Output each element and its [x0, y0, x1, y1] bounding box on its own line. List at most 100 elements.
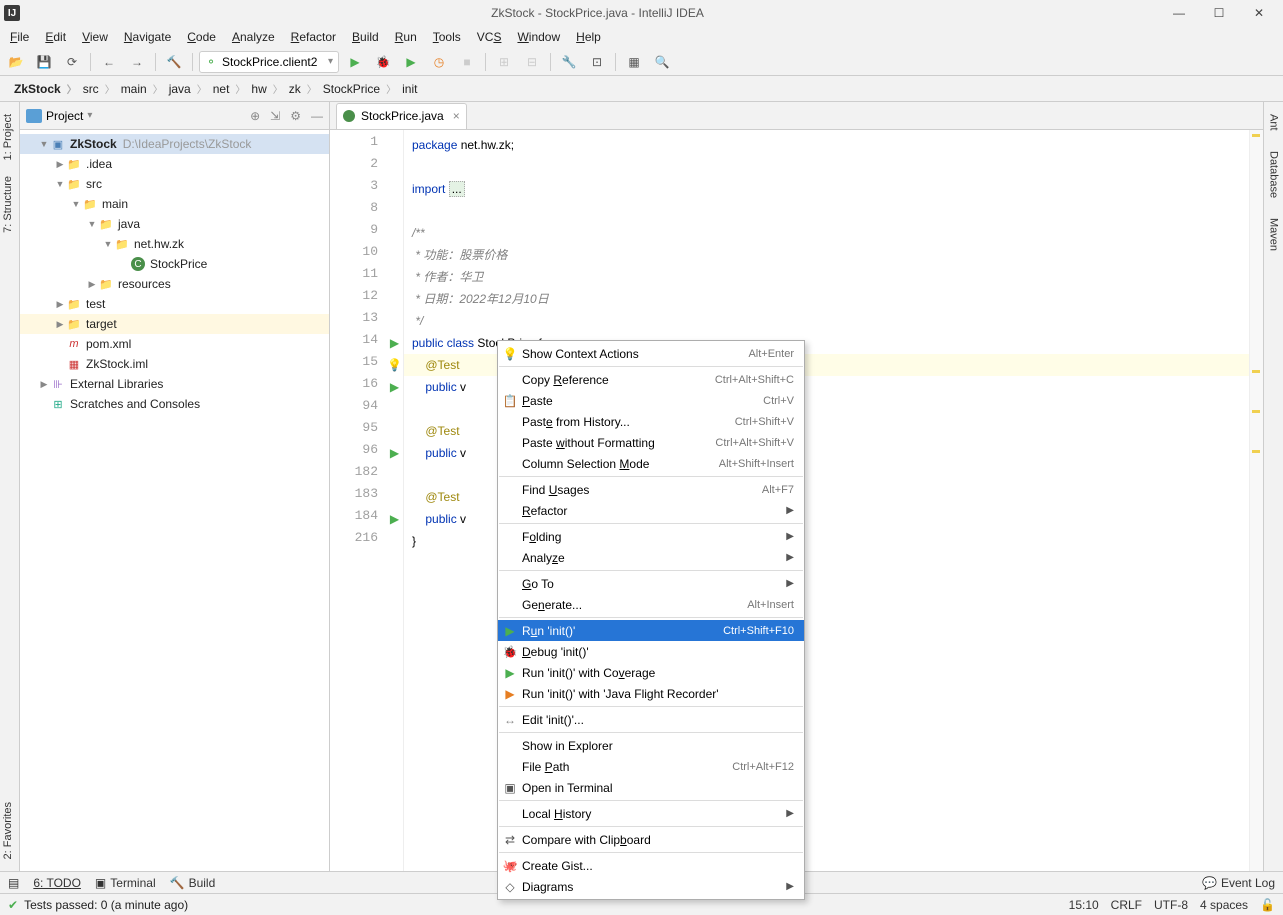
file-encoding[interactable]: UTF-8 — [1154, 898, 1188, 912]
stop-icon[interactable]: ■ — [455, 51, 479, 73]
structure-tool-button[interactable]: 7: Structure — [0, 168, 16, 241]
gutter-run-icon[interactable]: ▶ — [386, 376, 403, 398]
search-icon[interactable]: 🔍 — [650, 51, 674, 73]
gutter-run-icon[interactable]: ▶ — [386, 442, 403, 464]
context-menu-file-path[interactable]: File PathCtrl+Alt+F12 — [498, 756, 804, 777]
line-number[interactable]: 94 — [330, 398, 386, 420]
run-icon[interactable]: ▶ — [343, 51, 367, 73]
tree-item-scratches-and-consoles[interactable]: ⊞Scratches and Consoles — [20, 394, 329, 414]
context-menu-paste-without-formatting[interactable]: Paste without FormattingCtrl+Alt+Shift+V — [498, 432, 804, 453]
breadcrumb-java[interactable]: java — [163, 81, 207, 96]
close-button[interactable]: ✕ — [1247, 5, 1271, 21]
context-menu-compare-with-clipboard[interactable]: ⇄Compare with Clipboard — [498, 829, 804, 850]
todo-button[interactable]: 6: TODO — [33, 876, 81, 890]
line-number[interactable]: 2 — [330, 156, 386, 178]
line-number[interactable]: 10 — [330, 244, 386, 266]
context-menu-paste[interactable]: 📋PasteCtrl+V — [498, 390, 804, 411]
context-menu-show-in-explorer[interactable]: Show in Explorer — [498, 735, 804, 756]
debug-icon[interactable]: 🐞 — [371, 51, 395, 73]
line-number[interactable]: 95 — [330, 420, 386, 442]
context-menu-edit-init[interactable]: ↔Edit 'init()'... — [498, 709, 804, 730]
menu-refactor[interactable]: Refactor — [285, 28, 342, 46]
code-line[interactable]: package net.hw.zk; — [412, 134, 1241, 156]
context-menu-run-init[interactable]: ▶Run 'init()'Ctrl+Shift+F10 — [498, 620, 804, 641]
code-line[interactable]: */ — [412, 310, 1241, 332]
menu-edit[interactable]: Edit — [39, 28, 72, 46]
tree-item-zkstock-iml[interactable]: ▦ZkStock.iml — [20, 354, 329, 374]
tree-item-main[interactable]: ▼📁main — [20, 194, 329, 214]
terminal-toggle-icon[interactable]: ▤ — [8, 876, 19, 890]
breadcrumb-init[interactable]: init — [396, 82, 423, 96]
coverage-icon[interactable]: ▶ — [399, 51, 423, 73]
context-menu-find-usages[interactable]: Find UsagesAlt+F7 — [498, 479, 804, 500]
menu-tools[interactable]: Tools — [427, 28, 467, 46]
maven-tool-button[interactable]: Maven — [1264, 210, 1283, 259]
tree-item-target[interactable]: ▶📁target — [20, 314, 329, 334]
tree-item--idea[interactable]: ▶📁.idea — [20, 154, 329, 174]
breadcrumb-src[interactable]: src — [77, 81, 115, 96]
context-menu-paste-from-history[interactable]: Paste from History...Ctrl+Shift+V — [498, 411, 804, 432]
indent-setting[interactable]: 4 spaces — [1200, 898, 1248, 912]
hide-icon[interactable]: — — [311, 109, 323, 123]
menu-file[interactable]: File — [4, 28, 35, 46]
code-line[interactable]: * 功能：股票价格 — [412, 244, 1241, 266]
build-icon[interactable]: 🔨 — [162, 51, 186, 73]
context-menu-local-history[interactable]: Local History▶ — [498, 803, 804, 824]
project-tool-button[interactable]: 1: Project — [0, 106, 16, 168]
code-line[interactable]: * 日期：2022年12月10日 — [412, 288, 1241, 310]
ant-tool-button[interactable]: Ant — [1264, 106, 1283, 139]
menu-help[interactable]: Help — [570, 28, 607, 46]
tree-item-net-hw-zk[interactable]: ▼📁net.hw.zk — [20, 234, 329, 254]
line-number[interactable]: 182 — [330, 464, 386, 486]
gear-icon[interactable]: ⚙ — [290, 109, 301, 123]
project-tree[interactable]: ▼▣ZkStockD:\IdeaProjects\ZkStock▶📁.idea▼… — [20, 130, 329, 871]
settings-icon[interactable]: 🔧 — [557, 51, 581, 73]
menu-analyze[interactable]: Analyze — [226, 28, 281, 46]
menu-window[interactable]: Window — [511, 28, 566, 46]
maximize-button[interactable]: ☐ — [1207, 5, 1231, 21]
context-menu-generate[interactable]: Generate...Alt+Insert — [498, 594, 804, 615]
line-number[interactable]: 96 — [330, 442, 386, 464]
context-menu-debug-init[interactable]: 🐞Debug 'init()' — [498, 641, 804, 662]
locate-icon[interactable]: ⊕ — [250, 109, 260, 123]
favorites-tool-button[interactable]: 2: Favorites — [0, 794, 16, 867]
database-tool-button[interactable]: Database — [1264, 143, 1283, 206]
code-line[interactable] — [412, 156, 1241, 178]
sync-icon[interactable]: ⟳ — [60, 51, 84, 73]
context-menu-run-init-with-java-flight-recorder[interactable]: ▶Run 'init()' with 'Java Flight Recorder… — [498, 683, 804, 704]
breadcrumb-net[interactable]: net — [207, 81, 246, 96]
error-stripe[interactable] — [1249, 130, 1263, 871]
editor-tab[interactable]: StockPrice.java — [336, 103, 467, 129]
gutter-bulb-icon[interactable]: 💡 — [386, 354, 403, 376]
context-menu-go-to[interactable]: Go To▶ — [498, 573, 804, 594]
gutter-run-icon[interactable]: ▶ — [386, 508, 403, 530]
layout-icon[interactable]: ▦ — [622, 51, 646, 73]
code-line[interactable]: import ... — [412, 178, 1241, 200]
context-menu-refactor[interactable]: Refactor▶ — [498, 500, 804, 521]
line-number[interactable]: 11 — [330, 266, 386, 288]
save-icon[interactable]: 💾 — [32, 51, 56, 73]
context-menu-analyze[interactable]: Analyze▶ — [498, 547, 804, 568]
tree-item-pom-xml[interactable]: mpom.xml — [20, 334, 329, 354]
context-menu-copy-reference[interactable]: Copy ReferenceCtrl+Alt+Shift+C — [498, 369, 804, 390]
tree-item-stockprice[interactable]: CStockPrice — [20, 254, 329, 274]
back-icon[interactable]: ← — [97, 51, 121, 73]
minimize-button[interactable]: — — [1167, 5, 1191, 21]
attach2-icon[interactable]: ⊟ — [520, 51, 544, 73]
line-number[interactable]: 14 — [330, 332, 386, 354]
lock-icon[interactable]: 🔓 — [1260, 898, 1275, 912]
attach-icon[interactable]: ⊞ — [492, 51, 516, 73]
breadcrumb-zkstock[interactable]: ZkStock — [8, 81, 77, 96]
tree-item-src[interactable]: ▼📁src — [20, 174, 329, 194]
structure-icon[interactable]: ⊡ — [585, 51, 609, 73]
context-menu-diagrams[interactable]: ◇Diagrams▶ — [498, 876, 804, 897]
line-number[interactable]: 12 — [330, 288, 386, 310]
code-line[interactable]: /** — [412, 222, 1241, 244]
tree-item-external-libraries[interactable]: ▶⊪External Libraries — [20, 374, 329, 394]
icon-gutter[interactable]: ▶💡▶▶▶ — [386, 130, 404, 871]
line-number[interactable]: 3 — [330, 178, 386, 200]
context-menu-run-init-with-coverage[interactable]: ▶Run 'init()' with Coverage — [498, 662, 804, 683]
line-number[interactable]: 216 — [330, 530, 386, 552]
context-menu-folding[interactable]: Folding▶ — [498, 526, 804, 547]
tree-item-test[interactable]: ▶📁test — [20, 294, 329, 314]
